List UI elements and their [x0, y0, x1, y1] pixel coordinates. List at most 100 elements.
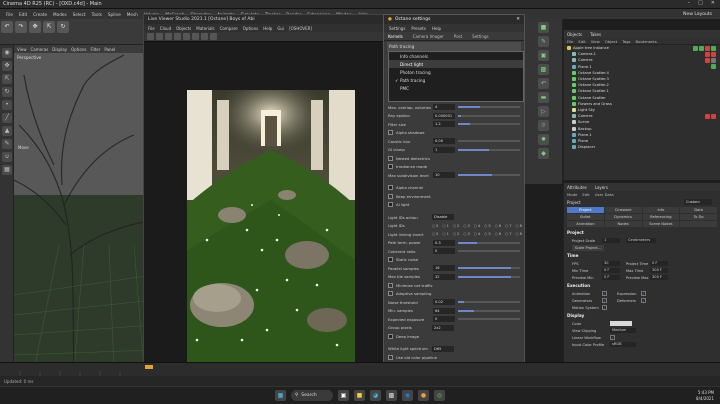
- c4d-menu-item[interactable]: Modes: [53, 12, 67, 17]
- param-slider[interactable]: [458, 174, 520, 177]
- bend-icon[interactable]: ↶: [538, 78, 549, 89]
- object-manager-menu-item[interactable]: View: [591, 39, 600, 44]
- pick-material-icon[interactable]: [192, 33, 199, 40]
- param-slider[interactable]: [458, 140, 520, 143]
- param-slider[interactable]: [458, 106, 520, 109]
- viewport-menu-item[interactable]: Filter: [90, 47, 100, 52]
- octane-tab[interactable]: Kernels: [388, 34, 403, 39]
- viewport-menu-item[interactable]: Options: [71, 47, 86, 52]
- param-dropdown[interactable]: 2x2: [432, 324, 454, 331]
- radio-option[interactable]: S: [432, 232, 438, 236]
- radio-option[interactable]: 6: [495, 224, 501, 228]
- attribute-value[interactable]: 300 F: [650, 267, 668, 274]
- task-view-icon[interactable]: ▣: [338, 390, 349, 401]
- attribute-section-title[interactable]: Project: [564, 228, 720, 237]
- viewport-menu-item[interactable]: Cameras: [31, 47, 49, 52]
- tag-icon[interactable]: [705, 51, 710, 57]
- attribute-tab[interactable]: Bullet: [567, 214, 604, 220]
- attribute-manager-menu-item[interactable]: Edit: [582, 192, 589, 197]
- kernel-option[interactable]: Direct light: [389, 60, 523, 68]
- color-swatch[interactable]: [610, 321, 632, 326]
- radio-option[interactable]: S: [432, 224, 438, 228]
- cinema4d-app-icon[interactable]: ◉: [402, 390, 413, 401]
- c4d-menu-item[interactable]: Create: [33, 12, 47, 17]
- camera-icon[interactable]: ▷: [538, 106, 549, 117]
- radio-option[interactable]: 5: [484, 232, 490, 236]
- checkbox[interactable]: ✓: [388, 130, 393, 136]
- checkbox[interactable]: [388, 202, 393, 208]
- timeline[interactable]: [0, 362, 720, 376]
- object-manager-tab[interactable]: Takes: [590, 32, 601, 37]
- radio-option[interactable]: 5: [484, 224, 490, 228]
- object-manager-menu-item[interactable]: Object: [605, 39, 617, 44]
- store-icon[interactable]: ▩: [386, 390, 397, 401]
- pause-render-icon[interactable]: [165, 33, 172, 40]
- windows-start-icon[interactable]: ▦: [275, 390, 286, 401]
- attribute-tab[interactable]: Nodes: [604, 221, 642, 227]
- tag-icon[interactable]: [705, 45, 710, 51]
- param-slider[interactable]: [458, 318, 520, 321]
- grid-icon[interactable]: ▦: [2, 165, 12, 175]
- checkbox[interactable]: ✓: [641, 298, 646, 303]
- param-slider[interactable]: [458, 301, 520, 304]
- param-dropdown[interactable]: D65: [432, 345, 454, 352]
- live-viewer-menu-item[interactable]: Gui: [277, 26, 284, 31]
- radio-option[interactable]: 4: [474, 232, 480, 236]
- c4d-menu-item[interactable]: Tools: [92, 12, 102, 17]
- param-slider[interactable]: [458, 275, 520, 278]
- octane-tab[interactable]: Post: [454, 34, 462, 39]
- param-value-field[interactable]: 0.000001: [433, 112, 455, 119]
- floor-icon[interactable]: ▬: [538, 92, 549, 103]
- light-icon[interactable]: ☼: [538, 120, 549, 131]
- rotate-tool-icon[interactable]: ↻: [57, 21, 69, 33]
- attribute-tab[interactable]: To Do: [680, 214, 717, 220]
- taskbar-search[interactable]: ⚲ Search: [291, 390, 333, 401]
- param-slider[interactable]: [458, 114, 520, 117]
- param-slider[interactable]: [458, 148, 520, 151]
- restart-render-icon[interactable]: [156, 33, 163, 40]
- attribute-tab[interactable]: Info: [642, 207, 680, 213]
- c4d-menu-item[interactable]: Mesh: [127, 12, 138, 17]
- param-value-field[interactable]: 0.00: [433, 138, 455, 145]
- octane-tab[interactable]: Settings: [472, 34, 488, 39]
- undo-icon[interactable]: ↶: [1, 21, 13, 33]
- attribute-section-title[interactable]: Time: [564, 251, 720, 260]
- live-viewer-menu-item[interactable]: Compare: [220, 26, 238, 31]
- chrome-icon[interactable]: ◎: [434, 390, 445, 401]
- magnet-icon[interactable]: ∪: [2, 152, 12, 162]
- attribute-tab[interactable]: Animation: [567, 221, 604, 227]
- send-scene-icon[interactable]: [147, 33, 154, 40]
- attribute-dropdown[interactable]: sRGB: [610, 341, 636, 348]
- live-viewer-menu-item[interactable]: Options: [243, 26, 258, 31]
- live-viewer-menu-item[interactable]: File: [148, 26, 155, 31]
- object-row[interactable]: Displacer: [564, 144, 720, 150]
- scale-icon[interactable]: ⇱: [2, 74, 12, 84]
- radio-option[interactable]: 7: [505, 224, 511, 228]
- rotate-icon[interactable]: ↻: [2, 87, 12, 97]
- radio-option[interactable]: 3: [463, 232, 469, 236]
- c4d-menu-item[interactable]: Spline: [108, 12, 121, 17]
- live-viewer-menu-item[interactable]: [OSHOVER]: [289, 26, 312, 31]
- octane-tab[interactable]: Camera Imager: [413, 34, 444, 39]
- render-preview-image[interactable]: [187, 90, 355, 362]
- focus-pick-icon[interactable]: [201, 33, 208, 40]
- c4d-menu-item[interactable]: File: [6, 12, 13, 17]
- radio-option[interactable]: 2: [453, 232, 459, 236]
- tag-icon[interactable]: [693, 45, 698, 51]
- checkbox[interactable]: ✓: [641, 291, 646, 296]
- tag-icon[interactable]: [705, 113, 710, 119]
- checkbox[interactable]: [388, 164, 393, 170]
- checkbox[interactable]: ✓: [602, 291, 607, 296]
- attribute-tab[interactable]: Cineware: [604, 207, 642, 213]
- octane-menu-item[interactable]: Settings: [389, 26, 405, 31]
- file-explorer-icon[interactable]: ■: [354, 390, 365, 401]
- object-manager-menu-item[interactable]: Edit: [578, 39, 585, 44]
- tag-icon[interactable]: [711, 51, 716, 57]
- param-value-field[interactable]: 0.3: [433, 239, 455, 246]
- radio-option[interactable]: 2: [453, 224, 459, 228]
- live-viewer-menu-item[interactable]: Help: [263, 26, 272, 31]
- checkbox[interactable]: ✓: [388, 291, 393, 297]
- attribute-tab[interactable]: Project: [567, 207, 604, 213]
- radio-option[interactable]: 6: [495, 232, 501, 236]
- octane-menu-item[interactable]: Presets: [411, 26, 426, 31]
